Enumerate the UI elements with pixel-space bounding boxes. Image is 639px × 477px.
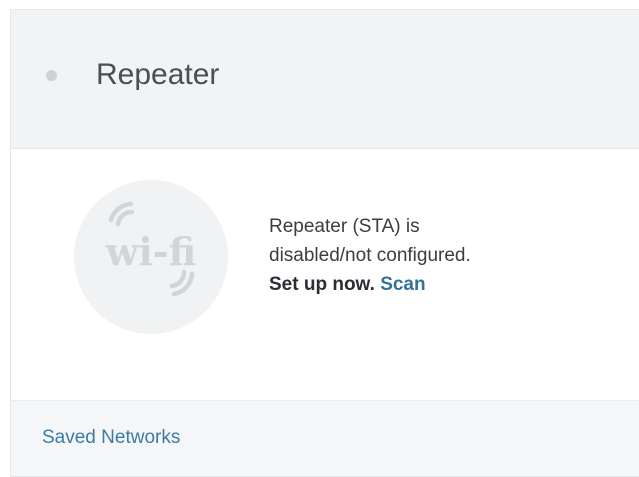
repeater-status-text: Repeater (STA) is disabled/not configure… (269, 212, 471, 299)
status-line-2: disabled/not configured. (269, 245, 471, 266)
card-title: Repeater (96, 58, 220, 91)
repeater-card: Repeater wi-fi Repeater (STA) is disable… (10, 9, 639, 477)
card-body: wi-fi Repeater (STA) is disabled/not con… (11, 149, 639, 400)
setup-action-line: Set up now. Scan (269, 270, 471, 299)
card-header: Repeater (11, 10, 639, 149)
status-line-1: Repeater (STA) is (269, 216, 420, 237)
setup-now-text: Set up now. (269, 274, 375, 295)
svg-text:wi-fi: wi-fi (105, 229, 197, 274)
card-footer: Saved Networks (11, 400, 639, 476)
wifi-logo-icon: wi-fi (74, 180, 228, 334)
saved-networks-link[interactable]: Saved Networks (42, 424, 180, 452)
status-indicator-dot (46, 70, 57, 81)
scan-link[interactable]: Scan (380, 274, 425, 295)
